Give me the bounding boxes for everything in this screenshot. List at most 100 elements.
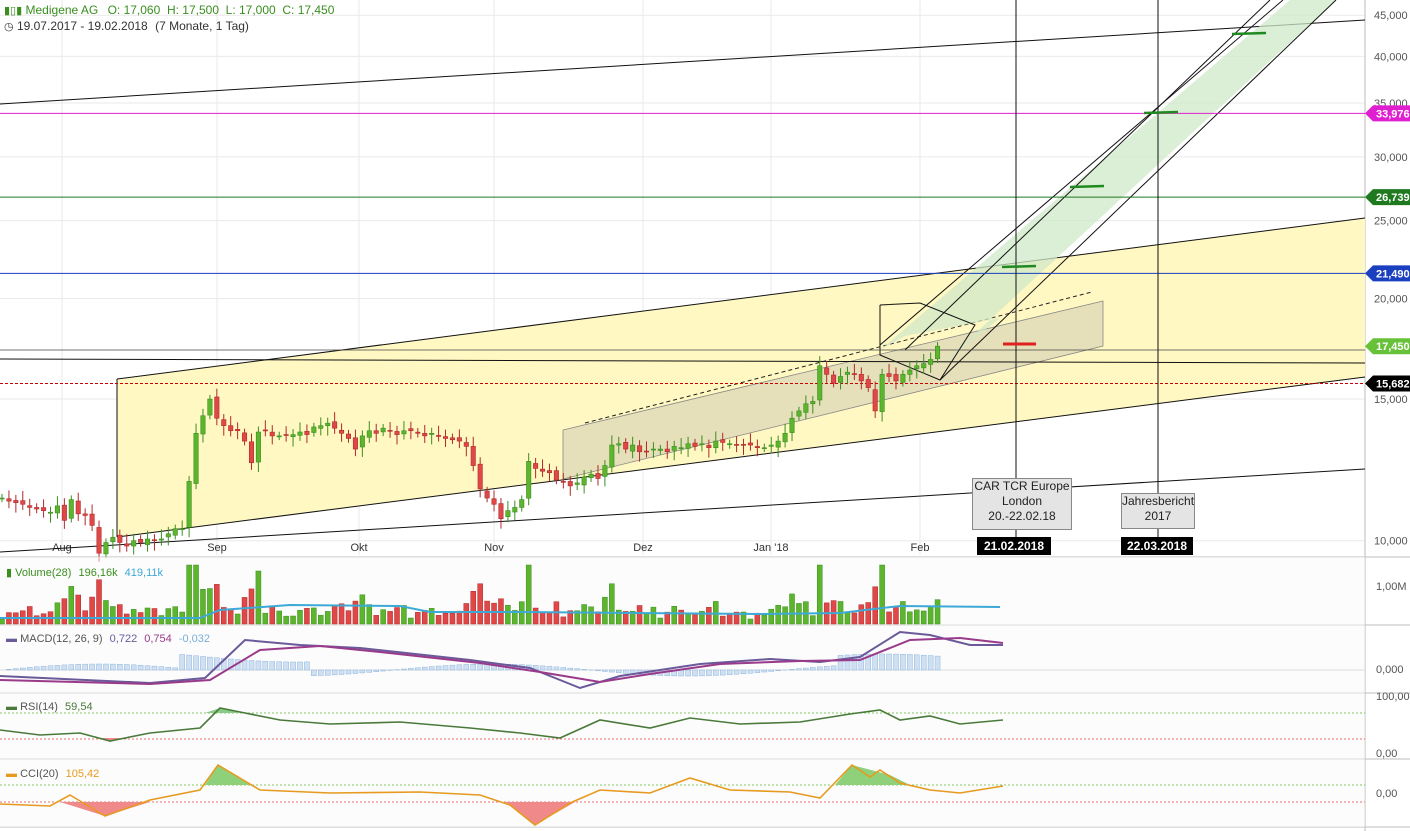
- volume-bar: [560, 616, 567, 625]
- candle-body: [574, 482, 580, 485]
- volume-bar: [650, 606, 657, 625]
- candle: [27, 498, 33, 516]
- candle-body: [664, 448, 670, 453]
- candle: [13, 494, 19, 513]
- volume-bar: [380, 609, 386, 625]
- volume-bar: [415, 612, 421, 625]
- price-tick-label: 40,000: [1374, 51, 1408, 63]
- candle: [34, 503, 40, 514]
- candle-body: [914, 365, 920, 369]
- candle-body: [692, 442, 698, 447]
- price-tag: 21,490: [1365, 265, 1410, 282]
- candle-body: [248, 441, 254, 464]
- macd-histogram-bar: [193, 655, 199, 671]
- price-tick-label: 20,000: [1374, 294, 1408, 306]
- volume-value-1: 196,16k: [78, 567, 118, 579]
- event-annotation-car-tcr[interactable]: CAR TCR Europe London 20.-22.02.18: [972, 478, 1072, 530]
- macd-histogram-bar: [331, 669, 338, 676]
- volume-bar: [865, 602, 871, 625]
- candle-body: [747, 442, 753, 446]
- macd-histogram-bar: [40, 666, 47, 671]
- volume-bar: [186, 564, 192, 625]
- macd-histogram-bar: [803, 667, 809, 671]
- macd-histogram-bar: [449, 664, 456, 671]
- candle-body: [900, 374, 906, 383]
- event-annotation-jahresbericht[interactable]: Jahresbericht 2017: [1121, 493, 1195, 529]
- macd-histogram-bar: [879, 653, 885, 671]
- macd-histogram-bar: [796, 668, 802, 671]
- candle-body: [581, 476, 587, 486]
- candle-body: [657, 448, 663, 451]
- volume-bar: [110, 606, 116, 625]
- macd-histogram-bar: [373, 669, 379, 672]
- volume-bar: [366, 604, 373, 625]
- volume-bar: [262, 612, 269, 625]
- candle-body: [775, 440, 781, 448]
- candle-body: [179, 528, 185, 531]
- macd-histogram-bar: [359, 669, 366, 674]
- volume-bar: [428, 608, 435, 625]
- volume-bar: [324, 611, 331, 625]
- macd-histogram-bar: [622, 669, 629, 674]
- volume-bar: [311, 607, 317, 625]
- candle-body: [893, 374, 899, 382]
- time-tick-label: Nov: [484, 542, 504, 554]
- candle: [145, 530, 151, 552]
- candle-body: [124, 543, 130, 547]
- cci-line-icon: ▬: [6, 768, 17, 780]
- macd-histogram-bar: [338, 669, 345, 675]
- volume-value-2: 419,11k: [124, 567, 163, 579]
- macd-histogram-bar: [186, 654, 192, 671]
- macd-histogram-bar: [82, 663, 88, 671]
- target-marker: [1069, 184, 1105, 189]
- macd-histogram-bar: [428, 666, 435, 671]
- volume-bar: [934, 599, 941, 625]
- macd-histogram-bar: [283, 661, 289, 671]
- volume-bar: [408, 617, 414, 625]
- volume-bar: [789, 593, 795, 625]
- macd-histogram-bar: [172, 667, 178, 671]
- price-tick-label: 10,000: [1374, 536, 1408, 548]
- candle-body: [138, 539, 144, 543]
- macd-histogram-bar: [366, 669, 373, 673]
- macd-histogram-bar: [574, 668, 580, 671]
- macd-histogram-bar: [893, 653, 899, 671]
- macd-histogram-bar: [130, 664, 137, 671]
- candle-body: [796, 410, 802, 417]
- price-tag-label: 17,450: [1376, 341, 1410, 353]
- volume-bar: [61, 598, 68, 625]
- candle-body: [172, 528, 178, 536]
- candle-body: [103, 542, 109, 555]
- candle-body: [186, 481, 192, 528]
- candle-body: [158, 538, 164, 541]
- macd-line-icon: ▬: [6, 633, 17, 645]
- volume-bar: [345, 610, 352, 625]
- volume-bar: [394, 607, 400, 625]
- candle-body: [408, 428, 414, 432]
- period: (7 Monate, 1 Tag): [155, 19, 249, 33]
- volume-bar: [927, 605, 934, 625]
- volume-bar: [470, 591, 476, 625]
- macd-histogram-bar: [581, 669, 587, 671]
- target-marker: [1001, 264, 1037, 269]
- volume-bar: [193, 564, 199, 625]
- macd-histogram-bar: [123, 664, 130, 671]
- candle-body: [436, 435, 442, 437]
- volume-bar: [165, 608, 172, 625]
- volume-bar: [290, 615, 296, 625]
- volume-bar: [297, 610, 303, 625]
- candle-body: [630, 444, 636, 452]
- volume-bar: [588, 606, 594, 625]
- price-chart[interactable]: 45,00040,00035,00030,00025,00020,00015,0…: [0, 0, 1410, 831]
- candle-body: [789, 417, 795, 433]
- candle-body: [650, 448, 656, 451]
- volume-bar: [879, 564, 885, 625]
- volume-bar: [200, 589, 206, 625]
- candle-body: [498, 503, 504, 520]
- macd-histogram-bar: [470, 664, 476, 671]
- candle: [124, 534, 130, 552]
- candle-body: [540, 468, 546, 472]
- candle-body: [865, 379, 871, 388]
- macd-histogram-bar: [415, 667, 421, 671]
- volume-bar: [283, 615, 289, 625]
